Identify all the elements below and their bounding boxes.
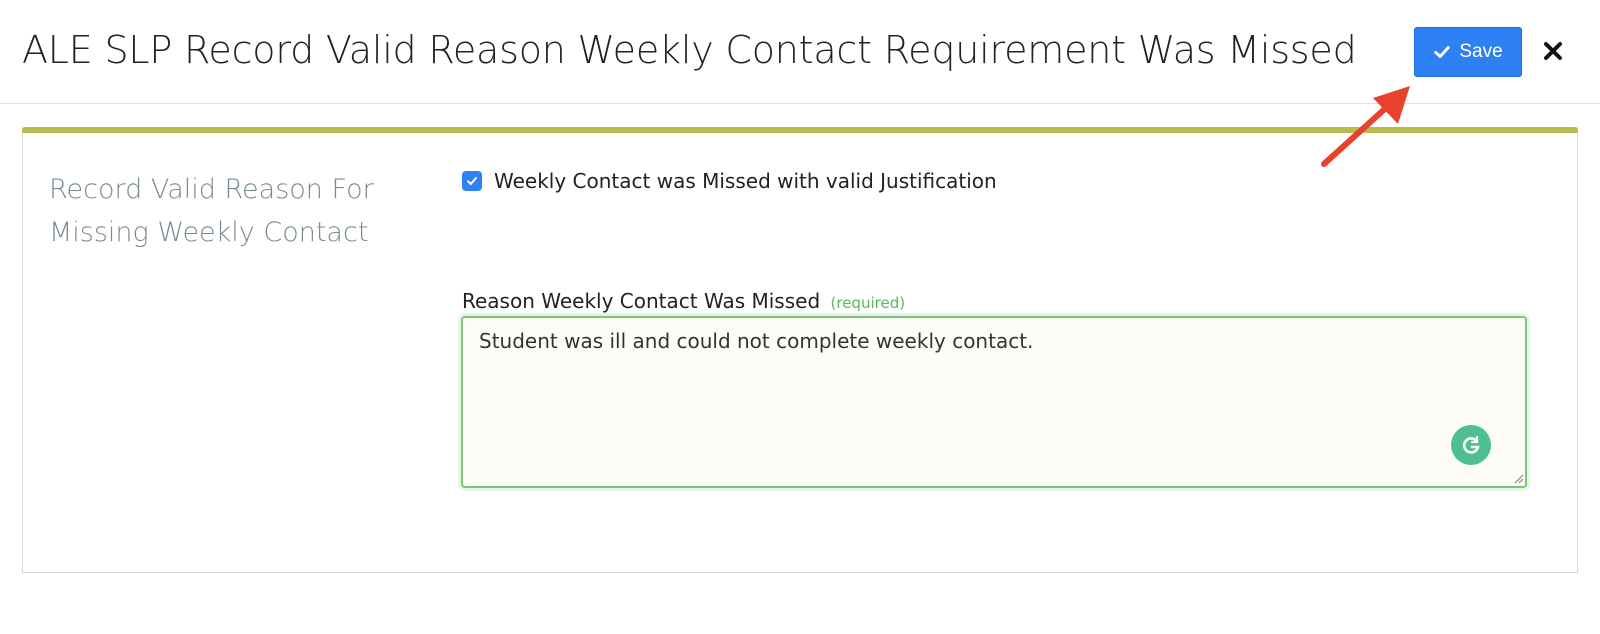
close-icon xyxy=(1544,42,1562,60)
grammarly-icon xyxy=(1462,435,1480,454)
modal-header: ALE SLP Record Valid Reason Weekly Conta… xyxy=(0,0,1600,104)
justification-checkbox-row[interactable]: Weekly Contact was Missed with valid Jus… xyxy=(462,169,997,193)
resize-handle-icon[interactable] xyxy=(1512,472,1524,484)
panel-accent-bar xyxy=(22,127,1578,133)
justification-checkbox-label: Weekly Contact was Missed with valid Jus… xyxy=(494,169,997,193)
required-indicator: (required) xyxy=(830,294,906,312)
save-button[interactable]: Save xyxy=(1414,27,1522,77)
close-button[interactable] xyxy=(1540,38,1566,64)
reason-field-label: Reason Weekly Contact Was Missed (requir… xyxy=(462,289,905,313)
modal-title: ALE SLP Record Valid Reason Weekly Conta… xyxy=(22,28,1357,72)
checkmark-icon xyxy=(467,177,477,185)
reason-textarea[interactable]: Student was ill and could not complete w… xyxy=(461,316,1527,488)
check-icon xyxy=(1434,46,1451,58)
justification-checkbox[interactable] xyxy=(462,171,482,191)
save-button-label: Save xyxy=(1459,41,1503,62)
modal-dialog: ALE SLP Record Valid Reason Weekly Conta… xyxy=(0,0,1600,634)
section-label: Record Valid Reason For Missing Weekly C… xyxy=(49,174,374,248)
grammarly-button[interactable] xyxy=(1451,425,1491,465)
reason-field-label-text: Reason Weekly Contact Was Missed xyxy=(462,289,821,313)
